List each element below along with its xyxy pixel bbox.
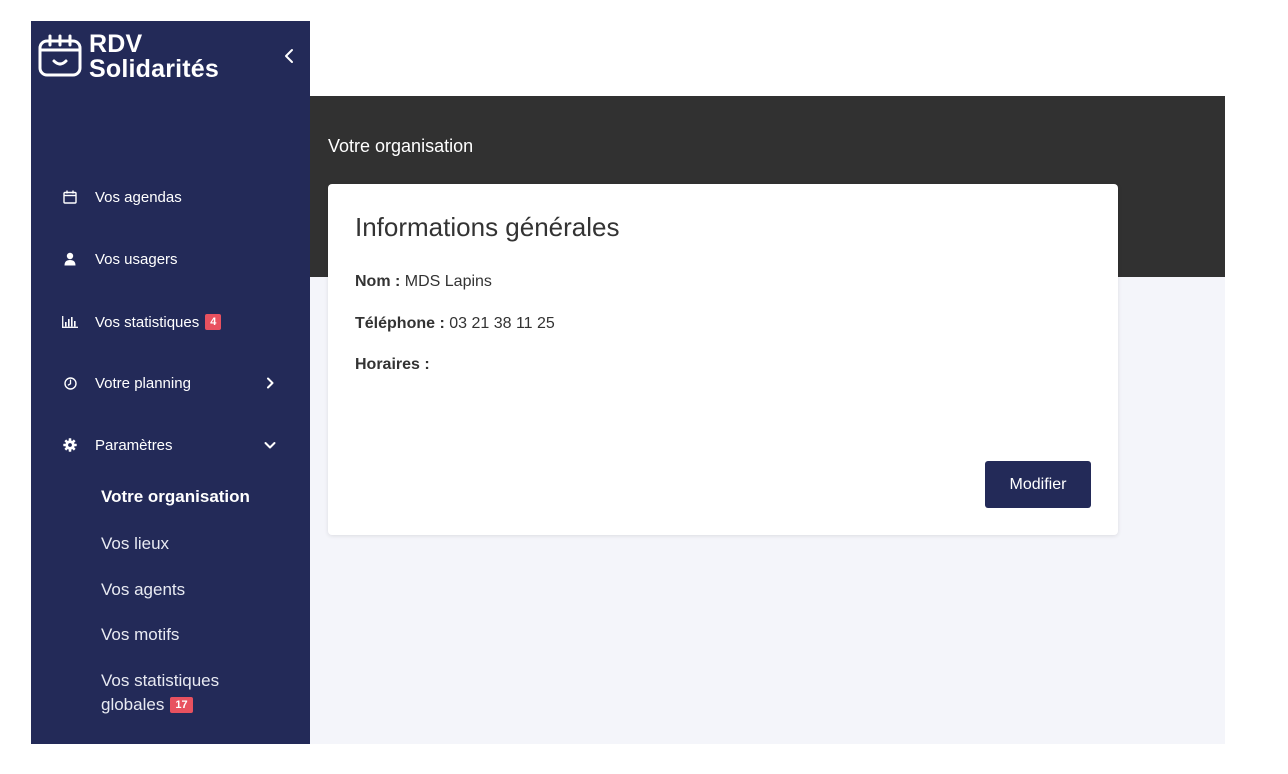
info-nom-value: MDS Lapins	[404, 273, 492, 290]
sidebar-collapse-button[interactable]	[279, 43, 299, 69]
sidebar: RDV Solidarités Vos agendas Vos usagers …	[31, 21, 310, 744]
sidebar-item-label-group: Vos statistiques 4	[95, 313, 222, 331]
sidebar-item-label: Vos statistiques	[95, 313, 200, 331]
info-horaires-label: Horaires :	[355, 356, 430, 373]
chevron-left-icon	[285, 49, 293, 63]
general-info-card: Informations générales Nom : MDS Lapins …	[328, 184, 1118, 535]
sidebar-subitem-agents[interactable]: Vos agents	[101, 578, 185, 602]
sidebar-item-agendas[interactable]: Vos agendas	[31, 177, 310, 217]
info-telephone: Téléphone : 03 21 38 11 25	[355, 313, 555, 335]
brand-line-1: RDV	[89, 30, 143, 58]
sidebar-item-usagers[interactable]: Vos usagers	[31, 239, 310, 279]
card-title: Informations générales	[355, 212, 620, 242]
sidebar-subitem-lieux[interactable]: Vos lieux	[101, 532, 169, 556]
sidebar-subitem-label: Vos statistiques	[101, 671, 220, 690]
brand-logo[interactable]: RDV Solidarités	[37, 32, 219, 82]
sidebar-subitem-statistiques-globales[interactable]: Vos statistiques globales 17	[101, 669, 219, 717]
info-horaires: Horaires :	[355, 354, 430, 376]
modify-button[interactable]: Modifier	[985, 461, 1091, 508]
sidebar-item-planning[interactable]: Votre planning	[31, 363, 310, 403]
sidebar-item-label: Paramètres	[95, 436, 173, 454]
info-nom-label: Nom :	[355, 273, 401, 290]
info-telephone-label: Téléphone :	[355, 315, 445, 332]
calendar-icon	[62, 189, 78, 205]
sidebar-subitem-organisation[interactable]: Votre organisation	[101, 485, 250, 509]
sidebar-item-label: Vos usagers	[95, 250, 178, 268]
sidebar-item-label: Vos agendas	[95, 188, 182, 206]
sidebar-item-statistiques[interactable]: Vos statistiques 4	[31, 302, 310, 342]
page-title: Votre organisation	[328, 136, 474, 156]
main-content: Votre organisation Informations générale…	[310, 21, 1225, 744]
info-nom: Nom : MDS Lapins	[355, 271, 492, 293]
sidebar-subitem-label: globales	[101, 695, 165, 714]
top-bar	[310, 21, 1225, 96]
user-icon	[62, 251, 78, 267]
clock-icon	[62, 375, 78, 391]
sidebar-subitem-motifs[interactable]: Vos motifs	[101, 623, 179, 647]
gear-icon	[62, 437, 78, 453]
sidebar-item-label: Votre planning	[95, 374, 191, 392]
chevron-down-icon	[264, 439, 276, 451]
app-window: RDV Solidarités Vos agendas Vos usagers …	[31, 21, 1225, 744]
brand-line-2: Solidarités	[89, 55, 220, 83]
info-telephone-value: 03 21 38 11 25	[449, 315, 555, 332]
notification-badge: 17	[170, 697, 193, 713]
sidebar-item-parametres[interactable]: Paramètres	[31, 425, 310, 465]
sidebar-subitem-label-line2: globales 17	[101, 693, 219, 717]
calendar-smile-icon	[38, 34, 82, 77]
brand-name: RDV Solidarités	[89, 32, 219, 82]
bar-chart-icon	[62, 314, 78, 330]
chevron-right-icon	[264, 377, 276, 389]
notification-badge: 4	[205, 314, 222, 330]
